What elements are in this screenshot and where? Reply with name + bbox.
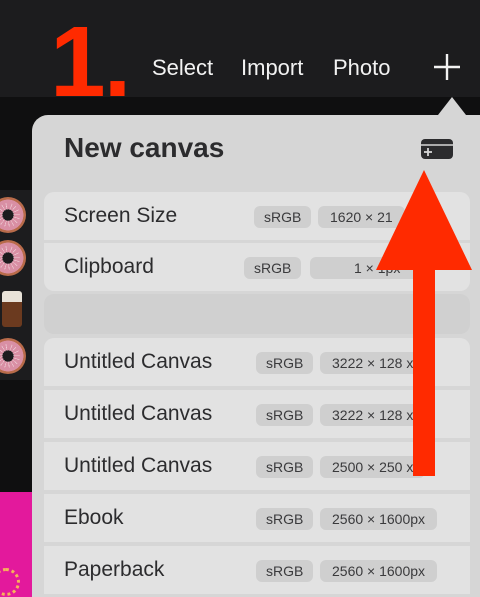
preset-name: Ebook [64, 506, 124, 529]
preset-name: Untitled Canvas [64, 350, 213, 373]
plus-icon[interactable] [432, 52, 462, 82]
preset-name: Untitled Canvas [64, 402, 213, 425]
color-profile-badge: sRGB [256, 560, 314, 582]
preset-name: Paperback [64, 558, 165, 581]
canvas-preset-row[interactable]: Ebook sRGB 2560 × 1600px [44, 494, 470, 542]
color-profile-badge: sRGB [256, 456, 314, 478]
canvas-preset-row[interactable]: Untitled Canvas sRGB 3222 × 128 x [44, 338, 470, 386]
coffee-cup-thumbnail [2, 291, 22, 327]
canvas-size-badge: 2560 × 1600px [320, 560, 438, 582]
canvas-size-badge: 2560 × 1600px [320, 508, 438, 530]
canvas-size-badge: 2500 × 250 x [320, 456, 426, 478]
annotation-arrow-shaft [413, 250, 435, 476]
preset-name: Untitled Canvas [64, 454, 213, 477]
color-profile-badge: sRGB [256, 404, 314, 426]
color-profile-badge: sRGB [256, 352, 314, 374]
preset-name: Clipboard [64, 255, 154, 278]
section-divider [44, 294, 470, 334]
color-profile-badge: sRGB [244, 257, 302, 279]
select-button[interactable]: Select [152, 54, 213, 82]
canvas-preset-row[interactable]: Untitled Canvas sRGB 3222 × 128 x [44, 390, 470, 438]
step-number-annotation: 1. [50, 6, 131, 118]
new-canvas-preset-icon[interactable] [419, 137, 455, 161]
popover-pointer [438, 97, 466, 115]
canvas-size-badge: 3222 × 128 x [320, 404, 426, 426]
photo-button[interactable]: Photo [333, 54, 391, 82]
canvas-preset-row[interactable]: Untitled Canvas sRGB 2500 × 250 x [44, 442, 470, 490]
panel-title: New canvas [64, 132, 225, 163]
import-button[interactable]: Import [241, 54, 303, 82]
preset-name: Screen Size [64, 204, 178, 227]
color-profile-badge: sRGB [254, 206, 312, 228]
annotation-arrow-head [376, 170, 472, 270]
color-profile-badge: sRGB [256, 508, 314, 530]
canvas-preset-row[interactable]: Paperback sRGB 2560 × 1600px [44, 546, 470, 594]
canvas-size-badge: 3222 × 128 x [320, 352, 426, 374]
